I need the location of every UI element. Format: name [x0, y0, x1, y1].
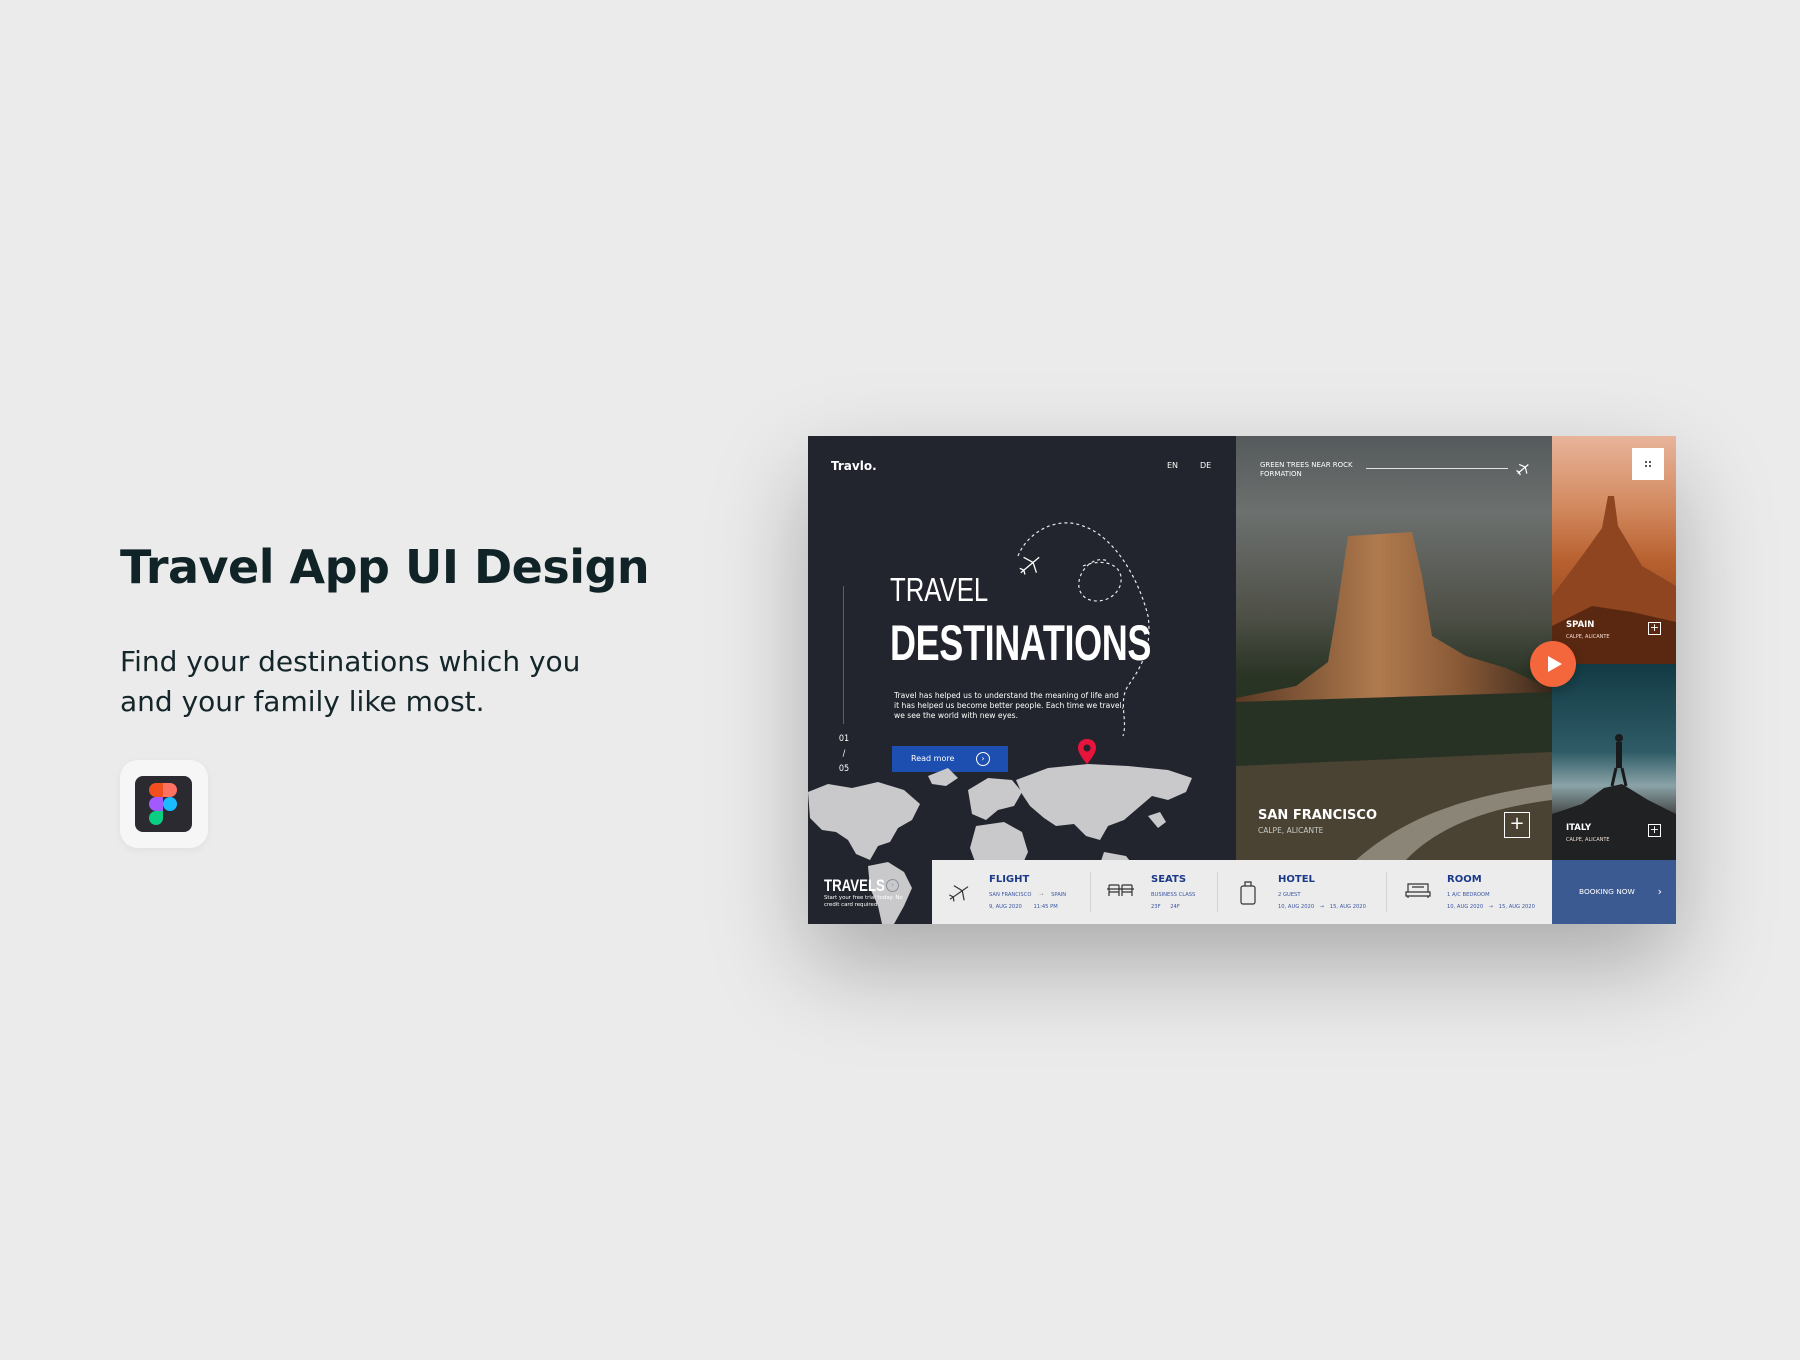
page-subtitle: Find your destinations which you and you…: [120, 645, 581, 718]
play-icon: [1548, 656, 1562, 672]
room-to: 15, AUG 2020: [1498, 904, 1535, 910]
seats-class: BUSINESS CLASS: [1151, 892, 1196, 898]
figma-logo-icon: [120, 760, 208, 848]
hotel-to: 15, AUG 2020: [1329, 904, 1366, 910]
hero-title-line1: TRAVEL: [890, 571, 989, 608]
booking-now-button[interactable]: BOOKING NOW ›: [1552, 860, 1676, 924]
hotel-from: 10, AUG 2020: [1278, 904, 1315, 910]
page-title: Travel App UI Design: [120, 540, 650, 594]
chevron-right-icon: ›: [1657, 885, 1662, 898]
destination-cards: SPAIN CALPE, ALICANTE + ITALY CALPE, ALI…: [1552, 436, 1676, 860]
route-arrow-icon: →: [1039, 892, 1044, 898]
caption-divider: [1366, 468, 1508, 469]
hero-description: Travel has helped us to understand the m…: [894, 691, 1125, 720]
seats-icon: [1107, 884, 1134, 896]
seats-numbers: 23F 24F: [1151, 904, 1180, 910]
date-arrow-icon: →: [1319, 904, 1325, 910]
room-label: ROOM: [1447, 874, 1482, 885]
add-card-button[interactable]: +: [1648, 824, 1661, 837]
card-subtitle: CALPE, ALICANTE: [1566, 634, 1610, 640]
room-dates: 10, AUG 2020 → 15, AUG 2020: [1447, 904, 1535, 910]
date-arrow-icon: →: [1488, 904, 1494, 910]
play-button[interactable]: [1530, 641, 1576, 687]
destination-card-italy[interactable]: ITALY CALPE, ALICANTE +: [1552, 664, 1676, 860]
hotel-guests: 2 GUEST: [1278, 892, 1301, 898]
rock-formation-image: [1236, 532, 1552, 860]
booking-now-label: BOOKING NOW: [1579, 887, 1635, 896]
featured-title: SAN FRANCISCO: [1258, 808, 1377, 823]
seat-b: 24F: [1170, 904, 1180, 910]
flight-to: SPAIN: [1051, 892, 1067, 898]
room-type: 1 A/C BEDROOM: [1447, 892, 1490, 898]
luggage-icon: [1240, 881, 1256, 905]
booking-seats[interactable]: SEATS BUSINESS CLASS 23F 24F: [1091, 860, 1217, 924]
hotel-label: HOTEL: [1278, 874, 1315, 885]
booking-room[interactable]: ROOM 1 A/C BEDROOM 10, AUG 2020 → 15, AU…: [1387, 860, 1552, 924]
flight-label: FLIGHT: [989, 874, 1030, 885]
booking-hotel[interactable]: HOTEL 2 GUEST 10, AUG 2020 → 15, AUG 202…: [1218, 860, 1386, 924]
hotel-dates: 10, AUG 2020 → 15, AUG 2020: [1278, 904, 1366, 910]
travels-subtitle: Start your free trial today. No credit c…: [824, 895, 903, 908]
seat-a: 23F: [1151, 904, 1161, 910]
flight-from: SAN FRANCISCO: [989, 892, 1032, 898]
seats-label: SEATS: [1151, 874, 1187, 885]
bed-icon: [1405, 883, 1431, 898]
featured-destination[interactable]: GREEN TREES NEAR ROCK FORMATION SAN FRAN…: [1236, 436, 1552, 860]
menu-grid-icon[interactable]: [1632, 448, 1664, 480]
featured-subtitle: CALPE, ALICANTE: [1258, 826, 1324, 835]
travels-title: TRAVELS: [824, 876, 885, 895]
card-subtitle: CALPE, ALICANTE: [1566, 837, 1610, 843]
card-title: SPAIN: [1566, 620, 1595, 630]
location-pin-icon: [1078, 739, 1096, 764]
flight-schedule: 9, AUG 2020 11:45 PM: [989, 904, 1058, 910]
flight-time: 11:45 PM: [1033, 904, 1058, 910]
plane-icon: [949, 885, 969, 902]
booking-flight[interactable]: FLIGHT SAN FRANCISCO → SPAIN 9, AUG 2020…: [932, 860, 1090, 924]
flight-route: SAN FRANCISCO → SPAIN: [989, 892, 1066, 898]
flight-date: 9, AUG 2020: [989, 904, 1022, 910]
add-featured-button[interactable]: +: [1504, 812, 1530, 838]
room-from: 10, AUG 2020: [1447, 904, 1484, 910]
hero-title-line2: DESTINATIONS: [890, 615, 1152, 671]
hero-panel: Travlo. EN DE 01 / 05 TRAVEL DESTINATION…: [808, 436, 1236, 924]
add-card-button[interactable]: +: [1648, 622, 1661, 635]
plane-icon[interactable]: [1514, 460, 1532, 478]
booking-bar: FLIGHT SAN FRANCISCO → SPAIN 9, AUG 2020…: [932, 860, 1552, 924]
featured-caption: GREEN TREES NEAR ROCK FORMATION: [1260, 461, 1353, 478]
card-title: ITALY: [1566, 823, 1592, 833]
travels-arrow-icon[interactable]: ›: [886, 879, 899, 892]
app-mockup: Travlo. EN DE 01 / 05 TRAVEL DESTINATION…: [808, 436, 1676, 924]
